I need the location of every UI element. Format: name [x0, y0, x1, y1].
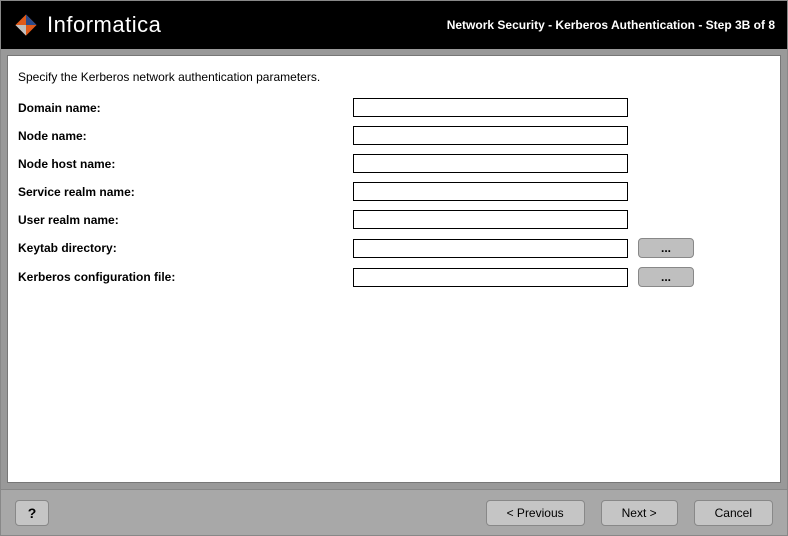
informatica-logo-icon [13, 12, 39, 38]
row-kerberos-config-file: Kerberos configuration file: ... [18, 267, 770, 287]
row-keytab-directory: Keytab directory: ... [18, 238, 770, 258]
previous-button[interactable]: < Previous [486, 500, 585, 526]
content-wrapper: Specify the Kerberos network authenticat… [1, 49, 787, 489]
row-user-realm-name: User realm name: [18, 210, 770, 229]
input-kerberos-config-file[interactable] [353, 268, 628, 287]
label-domain-name: Domain name: [18, 101, 353, 115]
input-user-realm-name[interactable] [353, 210, 628, 229]
brand-name: Informatica [47, 12, 161, 38]
content-panel: Specify the Kerberos network authenticat… [7, 55, 781, 483]
input-domain-name[interactable] [353, 98, 628, 117]
label-service-realm-name: Service realm name: [18, 185, 353, 199]
input-node-name[interactable] [353, 126, 628, 145]
label-node-name: Node name: [18, 129, 353, 143]
row-service-realm-name: Service realm name: [18, 182, 770, 201]
input-service-realm-name[interactable] [353, 182, 628, 201]
header-bar: Informatica Network Security - Kerberos … [1, 1, 787, 49]
wizard-window: Informatica Network Security - Kerberos … [0, 0, 788, 536]
label-keytab-directory: Keytab directory: [18, 241, 353, 255]
row-node-host-name: Node host name: [18, 154, 770, 173]
label-kerberos-config-file: Kerberos configuration file: [18, 270, 353, 284]
row-node-name: Node name: [18, 126, 770, 145]
next-button[interactable]: Next > [601, 500, 678, 526]
footer-bar: ? < Previous Next > Cancel [1, 489, 787, 535]
label-user-realm-name: User realm name: [18, 213, 353, 227]
instruction-text: Specify the Kerberos network authenticat… [18, 70, 770, 84]
input-node-host-name[interactable] [353, 154, 628, 173]
help-icon: ? [28, 505, 37, 521]
input-keytab-directory[interactable] [353, 239, 628, 258]
wizard-step-title: Network Security - Kerberos Authenticati… [447, 18, 775, 32]
cancel-button[interactable]: Cancel [694, 500, 773, 526]
label-node-host-name: Node host name: [18, 157, 353, 171]
row-domain-name: Domain name: [18, 98, 770, 117]
brand: Informatica [13, 12, 161, 38]
browse-keytab-directory-button[interactable]: ... [638, 238, 694, 258]
help-button[interactable]: ? [15, 500, 49, 526]
browse-kerberos-config-file-button[interactable]: ... [638, 267, 694, 287]
